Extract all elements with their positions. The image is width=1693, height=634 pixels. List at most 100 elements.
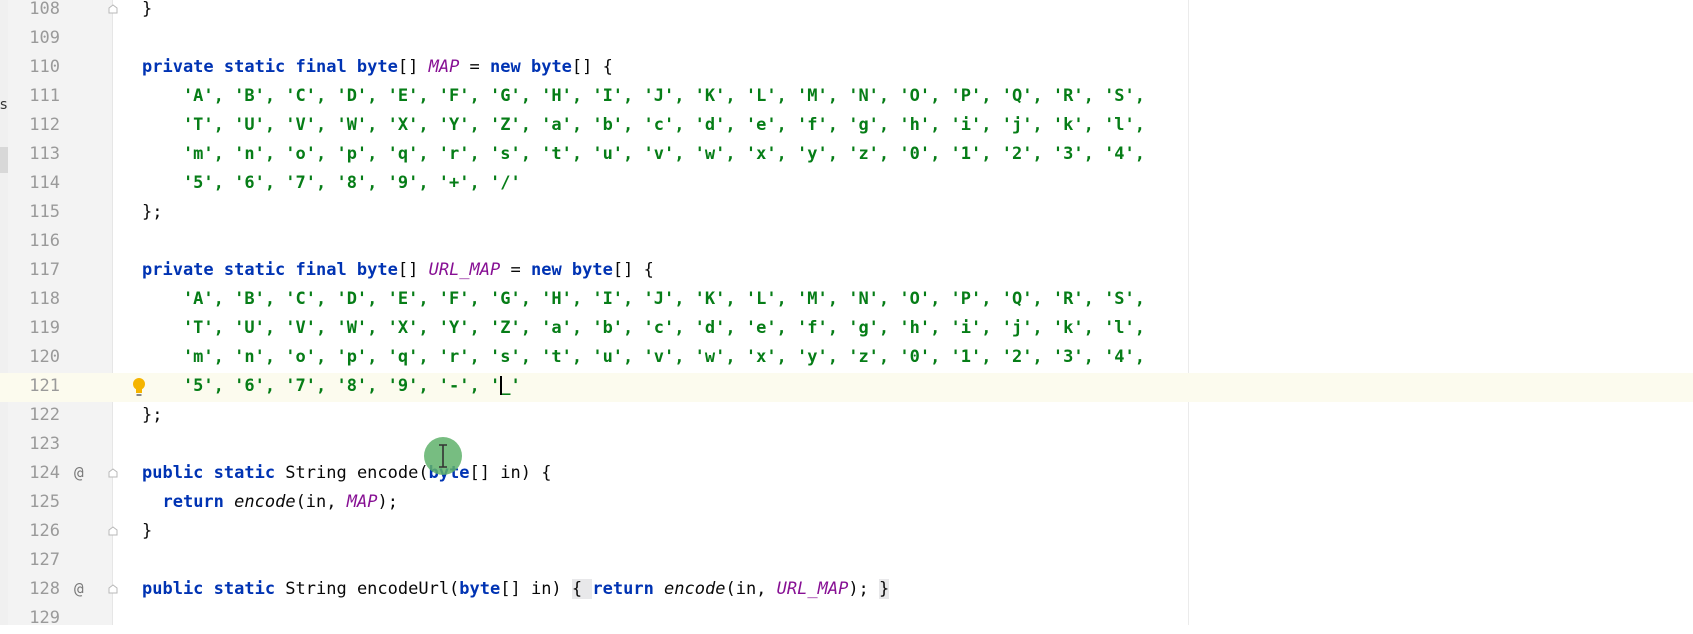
code-token: MAP — [428, 57, 460, 77]
code-token: URL_MAP — [428, 260, 501, 280]
code-text[interactable]: private static final byte[] MAP = new by… — [142, 57, 613, 77]
code-line[interactable]: 110 private static final byte[] MAP = new… — [0, 54, 1693, 83]
code-line[interactable]: 126} — [0, 518, 1693, 547]
code-token: ); — [848, 579, 880, 599]
line-number[interactable]: 110 — [24, 57, 60, 77]
code-line[interactable]: 127 — [0, 547, 1693, 576]
code-text[interactable]: 'm', 'n', 'o', 'p', 'q', 'r', 's', 't', … — [142, 347, 1145, 367]
code-text[interactable]: return encode(in, MAP); — [142, 492, 397, 512]
fold-icon[interactable] — [108, 584, 118, 594]
code-line[interactable]: 117 private static final byte[] URL_MAP =… — [0, 257, 1693, 286]
code-line[interactable]: 120 'm', 'n', 'o', 'p', 'q', 'r', 's', '… — [0, 344, 1693, 373]
code-line[interactable]: 115}; — [0, 199, 1693, 228]
fold-icon[interactable] — [108, 4, 118, 14]
line-number[interactable]: 120 — [24, 347, 60, 367]
code-token: } — [879, 579, 890, 599]
line-number[interactable]: 129 — [24, 608, 60, 628]
code-text[interactable]: 'A', 'B', 'C', 'D', 'E', 'F', 'G', 'H', … — [142, 289, 1145, 309]
code-token: [] in) — [500, 579, 572, 599]
code-line[interactable]: 113 'm', 'n', 'o', 'p', 'q', 'r', 's', '… — [0, 141, 1693, 170]
code-text[interactable]: '5', '6', '7', '8', '9', '+', '/' — [142, 173, 521, 193]
code-token: [] — [397, 57, 429, 77]
code-line[interactable]: 112 'T', 'U', 'V', 'W', 'X', 'Y', 'Z', '… — [0, 112, 1693, 141]
line-number[interactable]: 127 — [24, 550, 60, 570]
code-text[interactable]: }; — [142, 202, 162, 222]
code-text[interactable]: } — [142, 0, 152, 19]
code-token: 'A', 'B', 'C', 'D', 'E', 'F', 'G', 'H', … — [142, 86, 1146, 106]
code-line[interactable]: 123 — [0, 431, 1693, 460]
code-token: URL_MAP — [776, 579, 849, 599]
code-line[interactable]: 128 @ public static String encodeUrl(byte[… — [0, 576, 1693, 605]
code-token: encode — [234, 492, 296, 512]
line-number[interactable]: 126 — [24, 521, 60, 541]
line-number[interactable]: 121 — [24, 376, 60, 396]
code-line[interactable]: 111 'A', 'B', 'C', 'D', 'E', 'F', 'G', '… — [0, 83, 1693, 112]
i-beam-cursor-icon — [439, 444, 447, 468]
code-token: return — [162, 492, 235, 512]
code-text[interactable]: 'T', 'U', 'V', 'W', 'X', 'Y', 'Z', 'a', … — [142, 318, 1145, 338]
code-line[interactable]: 129 — [0, 605, 1693, 634]
line-number[interactable]: 113 — [24, 144, 60, 164]
code-token: '5', '6', '7', '8', '9', '+', '/' — [142, 173, 521, 193]
fold-icon[interactable] — [108, 526, 118, 536]
code-token: (in, — [725, 579, 777, 599]
line-number[interactable]: 122 — [24, 405, 60, 425]
code-token: '5', '6', '7', '8', '9', '-', ' — [142, 376, 501, 396]
line-number[interactable]: 123 — [24, 434, 60, 454]
code-line[interactable]: 118 'A', 'B', 'C', 'D', 'E', 'F', 'G', '… — [0, 286, 1693, 315]
line-number[interactable]: 128 — [24, 579, 60, 599]
code-text[interactable]: }; — [142, 405, 162, 425]
code-token: _' — [500, 376, 521, 396]
line-number[interactable]: 116 — [24, 231, 60, 251]
line-number[interactable]: 124 — [24, 463, 60, 483]
line-number[interactable]: 119 — [24, 318, 60, 338]
code-line[interactable]: 108} — [0, 0, 1693, 25]
code-token: String encodeUrl( — [285, 579, 460, 599]
code-token: public static — [142, 463, 286, 483]
code-token: = — [500, 260, 531, 280]
code-token: [] in) { — [469, 463, 552, 483]
code-text[interactable]: } — [142, 521, 152, 541]
code-line[interactable]: 125 return encode(in, MAP); — [0, 489, 1693, 518]
code-text[interactable]: 'T', 'U', 'V', 'W', 'X', 'Y', 'Z', 'a', … — [142, 115, 1145, 135]
line-number[interactable]: 108 — [24, 0, 60, 19]
code-line[interactable]: 116 — [0, 228, 1693, 257]
line-number[interactable]: 117 — [24, 260, 60, 280]
code-token: encode — [664, 579, 726, 599]
code-text[interactable]: 'A', 'B', 'C', 'D', 'E', 'F', 'G', 'H', … — [142, 86, 1145, 106]
line-number[interactable]: 118 — [24, 289, 60, 309]
code-token: }; — [142, 405, 163, 425]
line-number[interactable]: 111 — [24, 86, 60, 106]
line-number[interactable]: 109 — [24, 28, 60, 48]
code-line[interactable]: 114 '5', '6', '7', '8', '9', '+', '/' — [0, 170, 1693, 199]
line-number[interactable]: 115 — [24, 202, 60, 222]
code-text[interactable]: private static final byte[] URL_MAP = ne… — [142, 260, 654, 280]
override-marker-icon[interactable]: @ — [74, 463, 84, 482]
code-token: 'm', 'n', 'o', 'p', 'q', 'r', 's', 't', … — [142, 347, 1146, 367]
code-token: { — [571, 579, 593, 599]
line-number[interactable]: 112 — [24, 115, 60, 135]
code-token: 'A', 'B', 'C', 'D', 'E', 'F', 'G', 'H', … — [142, 289, 1146, 309]
code-text[interactable]: public static String encodeUrl(byte[] in… — [142, 579, 890, 599]
code-text[interactable]: 'm', 'n', 'o', 'p', 'q', 'r', 's', 't', … — [142, 144, 1145, 164]
code-text[interactable]: '5', '6', '7', '8', '9', '-', '_' — [142, 375, 521, 396]
code-token: byte — [459, 579, 501, 599]
code-line[interactable]: 119 'T', 'U', 'V', 'W', 'X', 'Y', 'Z', '… — [0, 315, 1693, 344]
code-token: public static — [142, 579, 286, 599]
code-token: }; — [142, 202, 163, 222]
code-token: private static final byte — [142, 57, 398, 77]
code-token: new byte — [530, 260, 613, 280]
code-token: 'm', 'n', 'o', 'p', 'q', 'r', 's', 't', … — [142, 144, 1146, 164]
code-line[interactable]: 124 @ public static String encode(byte[] i… — [0, 460, 1693, 489]
override-marker-icon[interactable]: @ — [74, 579, 84, 598]
code-text[interactable]: public static String encode(byte[] in) { — [142, 463, 551, 483]
fold-icon[interactable] — [108, 468, 118, 478]
line-number[interactable]: 125 — [24, 492, 60, 512]
line-number[interactable]: 114 — [24, 173, 60, 193]
code-line[interactable]: 121 '5', '6', '7', '8', '9', '-', '_' — [0, 373, 1693, 402]
code-token: [] { — [612, 260, 654, 280]
code-line[interactable]: 109 — [0, 25, 1693, 54]
code-line[interactable]: 122}; — [0, 402, 1693, 431]
code-token: new byte — [490, 57, 572, 77]
